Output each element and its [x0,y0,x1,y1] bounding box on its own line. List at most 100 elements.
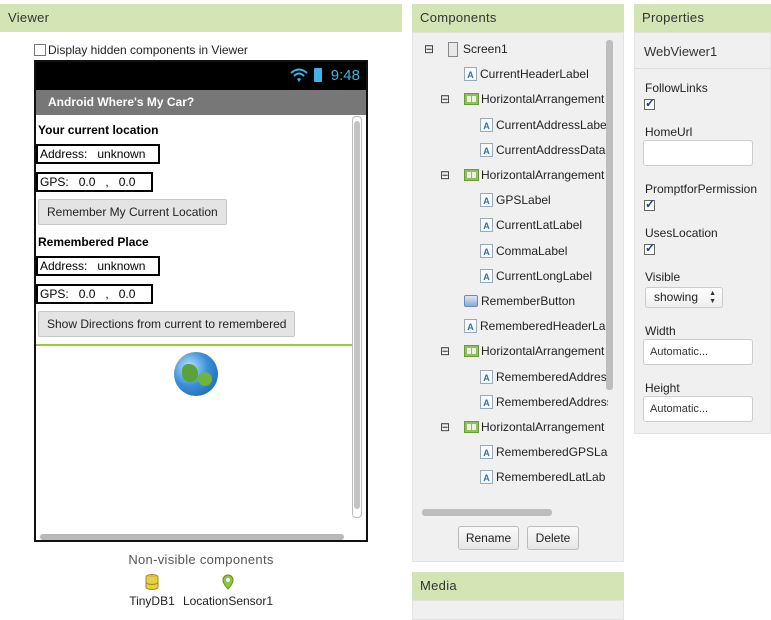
tree-item[interactable]: A CommaLabel [480,242,567,260]
tree-item[interactable]: A CurrentLongLabel [480,267,592,285]
directions-button[interactable]: Show Directions from current to remember… [38,311,296,337]
rename-button[interactable]: Rename [458,526,519,550]
label-icon: A [480,369,493,384]
remembered-address-row[interactable]: Address: unknown [36,256,160,276]
current-header-label[interactable]: Your current location [38,123,158,137]
phone-vertical-scrollbar[interactable] [352,116,362,518]
display-hidden-checkbox[interactable] [34,44,46,56]
tree-item[interactable]: A RememberedLatLab [480,468,605,486]
tree-item-label: CurrentLongLabel [496,268,593,283]
display-hidden-label: Display hidden components in Viewer [48,43,248,57]
uses-location-checkbox[interactable] [644,241,655,255]
tree-item-label: RememberedLatLab [496,470,606,485]
tree-item-label: Screen1 [463,42,508,56]
tree-collapse-icon[interactable]: ⊟ [440,93,450,105]
remembered-lat-label: 0.0 [78,287,96,301]
button-icon [464,295,478,307]
tree-item[interactable]: A RememberedAddress [480,368,608,386]
label-icon: A [480,268,493,283]
tree-item-label: CommaLabel [496,243,568,258]
battery-icon [314,68,322,82]
tree-collapse-icon[interactable]: ⊟ [440,345,450,357]
tree-item-label: RememberedAddress [496,394,608,409]
remembered-header-label[interactable]: Remembered Place [38,235,149,249]
tree-item-label: CurrentLatLabel [496,218,583,233]
tree-collapse-icon[interactable]: ⊟ [424,43,434,55]
tree-item-label: RememberedHeaderLa [480,319,606,334]
current-address-row[interactable]: Address: unknown [36,144,160,164]
components-header: Components [412,4,624,32]
label-icon: A [480,117,493,132]
tree-item-label: RememberedAddress [496,369,608,384]
remembered-gps-label: GPS: [40,287,69,301]
tree-item[interactable]: RememberButton [464,292,575,310]
tree-item-label: HorizontalArrangement [481,92,605,107]
tree-item[interactable]: HorizontalArrangement [464,418,604,436]
nonvisible-tinydb[interactable]: TinyDB1 [128,574,176,608]
tree-item[interactable]: A CurrentAddressLabel [480,116,608,134]
current-lat-label: 0.0 [78,175,96,189]
delete-button[interactable]: Delete [527,526,579,550]
label-icon: A [480,243,493,258]
width-input[interactable]: Automatic... [643,339,753,365]
tree-item[interactable]: A RememberedHeaderLa [464,317,605,335]
tree-item-label: CurrentHeaderLabel [480,67,589,82]
remembered-address-data: unknown [97,259,146,273]
status-bar: 9:48 [36,62,366,90]
label-icon: A [480,470,493,485]
tree-item[interactable]: Screen1 [448,40,508,58]
height-input[interactable]: Automatic... [643,396,753,422]
current-gps-row[interactable]: GPS: 0.0 , 0.0 [36,172,153,192]
label-icon: A [480,218,493,233]
app-title-bar: Android Where's My Car? [36,90,366,115]
visible-select[interactable]: showing ▲ ▼ [645,287,723,308]
prompt-permission-label: PromptforPermission [645,182,758,196]
tree-item[interactable]: A CurrentAddressData [480,141,605,159]
select-arrows-icon: ▲ ▼ [709,290,716,305]
remembered-long-label: 0.0 [118,287,136,301]
remember-button[interactable]: Remember My Current Location [38,199,227,225]
tree-collapse-icon[interactable]: ⊟ [440,421,450,433]
display-hidden-row[interactable]: Display hidden components in Viewer [34,43,248,57]
nonvisible-locationsensor[interactable]: LocationSensor1 [182,574,274,608]
nonvisible-label: TinyDB1 [129,594,175,608]
tree-item[interactable]: A GPSLabel [480,191,551,209]
database-icon [145,574,159,590]
home-url-input[interactable] [643,140,753,166]
current-long-label: 0.0 [118,175,136,189]
remembered-comma-label: , [105,287,109,301]
tree-collapse-icon[interactable]: ⊟ [440,169,450,181]
tree-item[interactable]: A RememberedAddress [480,393,608,411]
visible-label: Visible [645,270,681,284]
follow-links-checkbox[interactable] [644,96,655,110]
globe-icon [174,352,218,396]
tree-item[interactable]: HorizontalArrangement [464,90,604,108]
component-tree[interactable]: ⊟ Screen1 A CurrentHeaderLabel ⊟ HorizontalAr… [414,40,608,510]
home-url-label: HomeUrl [645,125,693,139]
tree-item[interactable]: HorizontalArrangement [464,342,604,360]
tree-item-label: HorizontalArrangement [481,420,605,434]
label-icon: A [480,142,493,157]
comma-label: , [105,175,109,189]
tree-item[interactable]: A RememberedGPSLa [480,443,607,461]
location-pin-icon [222,574,234,590]
nonvisible-label: LocationSensor1 [182,594,274,608]
label-icon: A [464,319,477,334]
current-address-data: unknown [97,147,146,161]
gps-label: GPS: [40,175,69,189]
phone-horizontal-scrollbar[interactable] [40,534,344,540]
label-icon: A [480,193,493,208]
tree-horizontal-scrollbar[interactable] [422,509,552,516]
wifi-icon [290,68,308,82]
horizontal-arrangement-icon [464,93,479,106]
tree-item[interactable]: HorizontalArrangement [464,166,604,184]
tree-item[interactable]: A CurrentLatLabel [480,216,582,234]
label-icon: A [480,445,493,460]
tree-vertical-scrollbar[interactable] [606,40,614,510]
horizontal-arrangement-icon [464,421,479,433]
prompt-permission-checkbox[interactable] [644,197,655,211]
remembered-gps-row[interactable]: GPS: 0.0 , 0.0 [36,284,153,304]
tree-item[interactable]: A CurrentHeaderLabel [464,65,589,83]
height-label: Height [645,381,680,395]
web-viewer[interactable] [36,344,352,530]
